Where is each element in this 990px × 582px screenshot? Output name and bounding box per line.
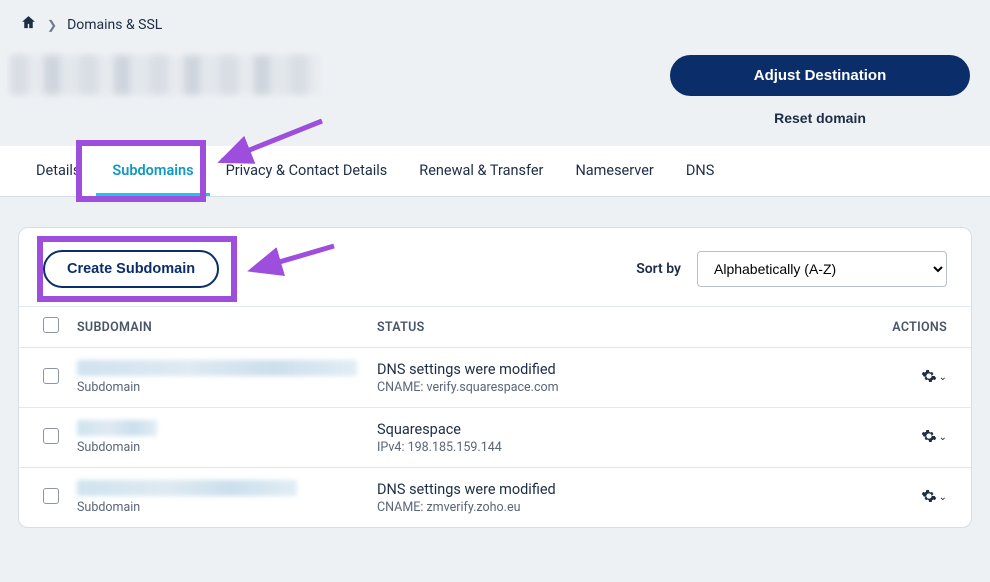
tab-dns[interactable]: DNS	[670, 146, 730, 196]
redacted-subdomain-name	[77, 360, 357, 376]
row-checkbox[interactable]	[43, 488, 59, 504]
row-type-label: Subdomain	[77, 500, 377, 515]
col-header-actions: ACTIONS	[857, 320, 947, 335]
redacted-subdomain-name	[77, 480, 297, 496]
tab-privacy-contact[interactable]: Privacy & Contact Details	[210, 146, 404, 196]
row-actions-button[interactable]: ⌄	[921, 488, 947, 507]
tab-subdomains[interactable]: Subdomains	[96, 146, 209, 196]
row-checkbox[interactable]	[43, 428, 59, 444]
chevron-down-icon: ⌄	[939, 372, 947, 383]
row-status-main: DNS settings were modified	[377, 481, 857, 498]
gear-icon	[921, 488, 937, 507]
adjust-destination-button[interactable]: Adjust Destination	[670, 55, 970, 96]
chevron-down-icon: ⌄	[939, 492, 947, 503]
row-status-sub: IPv4: 198.185.159.144	[377, 440, 857, 455]
row-status-sub: CNAME: verify.squarespace.com	[377, 380, 857, 395]
header: Adjust Destination Reset domain	[0, 45, 990, 146]
tab-nameserver[interactable]: Nameserver	[559, 146, 669, 196]
page-title: Domains & SSL	[67, 17, 162, 33]
row-status-main: Squarespace	[377, 421, 857, 438]
chevron-down-icon: ⌄	[939, 432, 947, 443]
select-all-checkbox[interactable]	[43, 317, 59, 333]
chevron-right-icon: ❯	[47, 18, 57, 32]
col-header-subdomain: SUBDOMAIN	[77, 320, 377, 335]
row-status-main: DNS settings were modified	[377, 361, 857, 378]
row-type-label: Subdomain	[77, 380, 377, 395]
sort-by-label: Sort by	[636, 261, 681, 277]
redacted-subdomain-name	[77, 420, 157, 436]
row-checkbox[interactable]	[43, 368, 59, 384]
row-type-label: Subdomain	[77, 440, 377, 455]
sort-select[interactable]: Alphabetically (A-Z)	[697, 251, 947, 287]
table-row: Subdomain DNS settings were modified CNA…	[19, 468, 971, 527]
table-row: Subdomain Squarespace IPv4: 198.185.159.…	[19, 408, 971, 468]
reset-domain-button[interactable]: Reset domain	[774, 110, 866, 126]
gear-icon	[921, 428, 937, 447]
tab-renewal-transfer[interactable]: Renewal & Transfer	[403, 146, 559, 196]
gear-icon	[921, 368, 937, 387]
row-actions-button[interactable]: ⌄	[921, 368, 947, 387]
table-row: Subdomain DNS settings were modified CNA…	[19, 348, 971, 408]
redacted-domain-title	[10, 55, 320, 95]
breadcrumb: ❯ Domains & SSL	[0, 0, 990, 45]
row-status-sub: CNAME: zmverify.zoho.eu	[377, 500, 857, 515]
col-header-status: STATUS	[377, 320, 857, 335]
home-icon[interactable]	[20, 14, 37, 35]
tabs: Details Subdomains Privacy & Contact Det…	[0, 146, 990, 197]
subdomains-panel: Create Subdomain Sort by Alphabetically …	[18, 227, 972, 528]
create-subdomain-button[interactable]: Create Subdomain	[43, 250, 219, 288]
table-header: SUBDOMAIN STATUS ACTIONS	[19, 306, 971, 348]
row-actions-button[interactable]: ⌄	[921, 428, 947, 447]
tab-details[interactable]: Details	[20, 146, 96, 196]
